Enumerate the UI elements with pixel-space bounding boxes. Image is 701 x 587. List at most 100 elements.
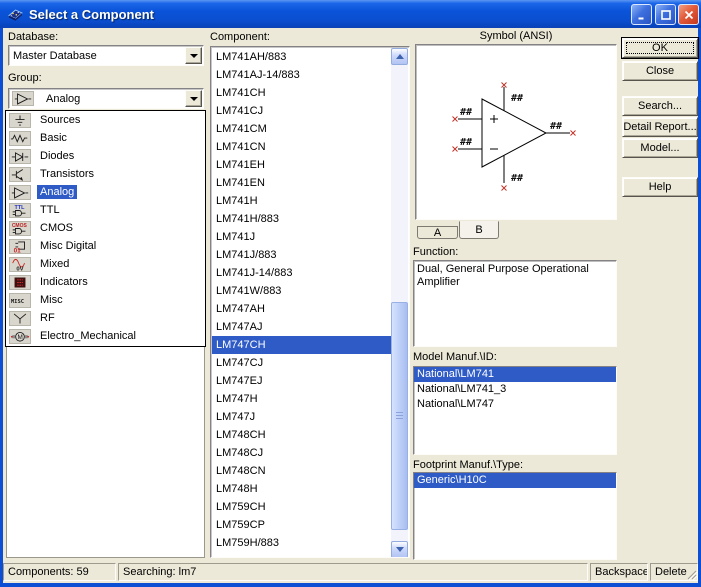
list-item[interactable]: LM747CJ bbox=[212, 354, 391, 372]
analog-icon bbox=[12, 91, 34, 106]
group-option-label: RF bbox=[37, 311, 58, 325]
close-button[interactable] bbox=[678, 4, 699, 25]
group-option-label-selected: Analog bbox=[37, 185, 77, 199]
ok-button[interactable]: OK bbox=[622, 38, 698, 58]
list-item[interactable]: LM748CJ bbox=[212, 444, 391, 462]
function-label: Function: bbox=[413, 246, 458, 259]
window-border-bottom bbox=[0, 583, 701, 587]
function-box: Dual, General Purpose Operational Amplif… bbox=[413, 260, 617, 347]
ttl-icon: TTL bbox=[9, 203, 31, 218]
maximize-button[interactable] bbox=[655, 4, 676, 25]
group-option-label: Electro_Mechanical bbox=[37, 329, 139, 343]
list-item[interactable]: LM741W/883 bbox=[212, 282, 391, 300]
group-option-sources[interactable]: Sources bbox=[6, 111, 205, 129]
list-item[interactable]: LM741AH/883 bbox=[212, 48, 391, 66]
symbol-preview: ## ## ## ## ## bbox=[415, 44, 617, 220]
list-item[interactable]: LM759MH bbox=[212, 552, 391, 556]
list-item[interactable]: LM741H/883 bbox=[212, 210, 391, 228]
list-item[interactable]: LM748CH bbox=[212, 426, 391, 444]
list-item[interactable]: National\LM747 bbox=[414, 397, 616, 412]
status-components: Components: 59 bbox=[3, 563, 116, 581]
function-value: Dual, General Purpose Operational Amplif… bbox=[417, 263, 589, 288]
resize-grip[interactable] bbox=[685, 568, 697, 580]
group-dropdown-list: Sources Basic Diodes Transistors Analog … bbox=[5, 110, 206, 347]
list-item[interactable]: LM747EJ bbox=[212, 372, 391, 390]
search-button[interactable]: Search... bbox=[622, 96, 698, 116]
list-item[interactable]: LM741H bbox=[212, 192, 391, 210]
component-items: LM741AH/883LM741AJ-14/883LM741CHLM741CJL… bbox=[212, 48, 391, 556]
group-combobox[interactable]: Analog bbox=[8, 88, 204, 109]
close-dialog-button[interactable]: Close bbox=[622, 61, 698, 81]
list-item[interactable]: National\LM741_3 bbox=[414, 382, 616, 397]
group-option-analog[interactable]: Analog bbox=[6, 183, 205, 201]
detail-report-button[interactable]: Detail Report... bbox=[622, 117, 698, 137]
list-item[interactable]: LM741CM bbox=[212, 120, 391, 138]
group-option-label: Mixed bbox=[37, 257, 72, 271]
sources-icon bbox=[9, 113, 31, 128]
window-border-left bbox=[0, 28, 3, 583]
pin-label: ## bbox=[460, 107, 472, 118]
status-backspace[interactable]: Backspace bbox=[590, 563, 648, 581]
list-item[interactable]: LM748CN bbox=[212, 462, 391, 480]
footprint-manuf-label: Footprint Manuf.\Type: bbox=[413, 459, 523, 472]
list-item[interactable]: LM741J-14/883 bbox=[212, 264, 391, 282]
scroll-up-button[interactable] bbox=[391, 48, 408, 65]
group-option-indicators[interactable]: Indicators bbox=[6, 273, 205, 291]
minimize-button[interactable] bbox=[631, 4, 652, 25]
titlebar[interactable]: Select a Component bbox=[0, 0, 701, 28]
list-item[interactable]: LM759H/883 bbox=[212, 534, 391, 552]
scrollbar-thumb[interactable] bbox=[391, 302, 408, 530]
list-item[interactable]: LM741CN bbox=[212, 138, 391, 156]
model-manuf-label: Model Manuf.\ID: bbox=[413, 351, 497, 364]
group-option-rf[interactable]: RF bbox=[6, 309, 205, 327]
list-item[interactable]: LM741AJ-14/883 bbox=[212, 66, 391, 84]
pin-label: ## bbox=[511, 173, 523, 184]
list-item[interactable]: LM741EH bbox=[212, 156, 391, 174]
diodes-icon bbox=[9, 149, 31, 164]
group-dropdown-button[interactable] bbox=[185, 90, 202, 107]
svg-text:M: M bbox=[17, 334, 22, 341]
list-item[interactable]: LM747AH bbox=[212, 300, 391, 318]
group-option-misc[interactable]: MISC Misc bbox=[6, 291, 205, 309]
window-title: Select a Component bbox=[29, 7, 154, 22]
group-option-ttl[interactable]: TTL TTL bbox=[6, 201, 205, 219]
chevron-down-icon bbox=[190, 54, 198, 58]
list-item[interactable]: LM741J/883 bbox=[212, 246, 391, 264]
group-option-transistors[interactable]: Transistors bbox=[6, 165, 205, 183]
scroll-down-button[interactable] bbox=[391, 541, 408, 558]
indicators-icon bbox=[9, 275, 31, 290]
list-item[interactable]: LM747J bbox=[212, 408, 391, 426]
group-option-basic[interactable]: Basic bbox=[6, 129, 205, 147]
list-item[interactable]: LM747CH bbox=[212, 336, 391, 354]
model-button[interactable]: Model... bbox=[622, 138, 698, 158]
group-option-label: Misc bbox=[37, 293, 66, 307]
list-item[interactable]: LM748H bbox=[212, 480, 391, 498]
help-button[interactable]: Help bbox=[622, 177, 698, 197]
section-tab-b[interactable]: B bbox=[459, 221, 499, 239]
list-item[interactable]: LM741CJ bbox=[212, 102, 391, 120]
list-item[interactable]: LM759CP bbox=[212, 516, 391, 534]
list-item[interactable]: National\LM741 bbox=[414, 367, 616, 382]
arrow-down-icon bbox=[396, 547, 404, 552]
select-component-dialog: Select a Component Database: Master Data… bbox=[0, 0, 701, 587]
family-listbox[interactable] bbox=[6, 347, 205, 558]
group-option-electro-mechanical[interactable]: M Electro_Mechanical bbox=[6, 327, 205, 345]
list-item[interactable]: LM747H bbox=[212, 390, 391, 408]
section-tab-a[interactable]: A bbox=[417, 226, 458, 239]
list-item[interactable]: LM759CH bbox=[212, 498, 391, 516]
group-option-misc-digital[interactable]: 01 Misc Digital bbox=[6, 237, 205, 255]
group-option-mixed[interactable]: 0V Mixed bbox=[6, 255, 205, 273]
group-option-label: Sources bbox=[37, 113, 83, 127]
list-item[interactable]: LM741J bbox=[212, 228, 391, 246]
database-combobox[interactable]: Master Database bbox=[8, 45, 204, 66]
group-option-diodes[interactable]: Diodes bbox=[6, 147, 205, 165]
list-item[interactable]: Generic\H10C bbox=[414, 473, 616, 488]
list-item[interactable]: LM741EN bbox=[212, 174, 391, 192]
database-dropdown-button[interactable] bbox=[185, 47, 202, 64]
list-item[interactable]: LM747AJ bbox=[212, 318, 391, 336]
opamp-symbol: ## ## ## ## ## bbox=[416, 45, 616, 219]
group-option-cmos[interactable]: CMOS CMOS bbox=[6, 219, 205, 237]
list-item[interactable]: LM741CH bbox=[212, 84, 391, 102]
cmos-icon: CMOS bbox=[9, 221, 31, 236]
database-value: Master Database bbox=[9, 50, 97, 62]
